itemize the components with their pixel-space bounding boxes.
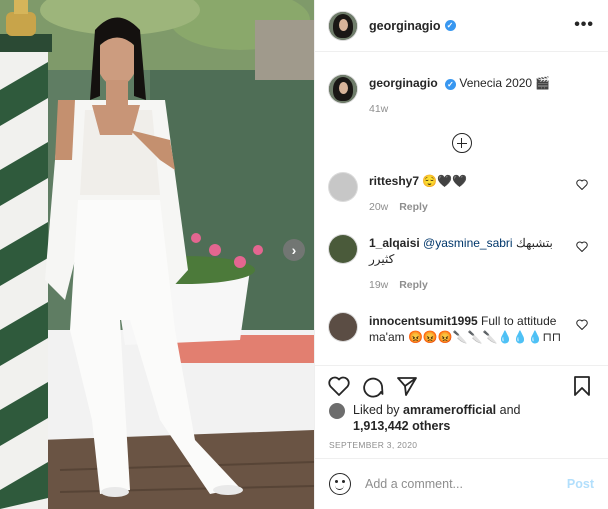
comment-item: innocentsumit1995 Full to attitude ma'am… [315, 313, 608, 345]
comment-username[interactable]: 1_alqaisi [369, 236, 420, 250]
verified-badge-icon: ✓ [444, 20, 456, 31]
send-icon[interactable] [395, 374, 419, 398]
plus-circle-icon[interactable] [451, 133, 472, 153]
likes-summary: Liked by amramerofficial and 1,913,442 o… [329, 402, 594, 434]
author-username[interactable]: georginagio [369, 19, 441, 33]
bookmark-icon[interactable] [570, 374, 594, 398]
load-more-comments[interactable] [315, 133, 608, 153]
caption-username[interactable]: georginagio [369, 76, 438, 90]
comment-text: 😌🖤🖤 [422, 174, 468, 188]
comment-icon[interactable] [361, 374, 385, 398]
reply-button[interactable]: Reply [399, 279, 428, 291]
liker-avatar[interactable] [329, 403, 345, 419]
post-date[interactable]: SEPTEMBER 3, 2020 [329, 440, 417, 450]
heart-icon[interactable] [576, 319, 588, 330]
commenter-avatar[interactable] [329, 313, 357, 341]
caption: georginagio ✓ Venecia 2020 🎬 41w [315, 53, 608, 117]
caption-text: Venecia 2020 🎬 [459, 76, 551, 90]
comment-username[interactable]: innocentsumit1995 [369, 314, 478, 328]
emoji-icon[interactable] [329, 473, 351, 495]
post-side-panel: georginagio ✓ ••• georginagio ✓ Venecia … [314, 0, 608, 509]
comment-item: 1_alqaisi @yasmine_sabri بتشبهك كثيرر 19… [315, 235, 608, 293]
post-photo[interactable]: › [0, 0, 314, 509]
heart-icon[interactable] [327, 374, 351, 398]
commenter-avatar[interactable] [329, 173, 357, 201]
comment-age[interactable]: 19w [369, 279, 388, 291]
liker-username[interactable]: amramerofficial [403, 403, 496, 417]
heart-icon[interactable] [576, 179, 588, 190]
chevron-right-icon: › [291, 242, 297, 258]
likes-and: and [499, 403, 521, 417]
add-comment-bar: Post [315, 458, 608, 509]
liked-by-prefix: Liked by [353, 403, 400, 417]
comment-age[interactable]: 20w [369, 201, 388, 213]
likes-others-count[interactable]: 1,913,442 others [353, 419, 450, 433]
verified-badge-icon: ✓ [445, 79, 457, 90]
reply-button[interactable]: Reply [399, 201, 428, 213]
commenter-avatar[interactable] [329, 235, 357, 263]
comment-input[interactable] [365, 477, 555, 491]
author-avatar[interactable] [329, 11, 357, 40]
more-options-icon[interactable]: ••• [574, 16, 594, 34]
comment-item: ritteshy7 😌🖤🖤 20w Reply [315, 173, 608, 215]
next-photo-button[interactable]: › [283, 239, 305, 261]
post-header: georginagio ✓ ••• [315, 0, 608, 52]
comments-list[interactable]: georginagio ✓ Venecia 2020 🎬 41w rittesh… [315, 53, 608, 365]
comment-username[interactable]: ritteshy7 [369, 174, 419, 188]
heart-icon[interactable] [576, 241, 588, 252]
comment-mention[interactable]: @yasmine_sabri [423, 236, 513, 250]
caption-age[interactable]: 41w [369, 103, 388, 115]
photo-illustration [0, 0, 314, 509]
author-avatar[interactable] [329, 75, 357, 103]
post-comment-button[interactable]: Post [567, 477, 594, 491]
